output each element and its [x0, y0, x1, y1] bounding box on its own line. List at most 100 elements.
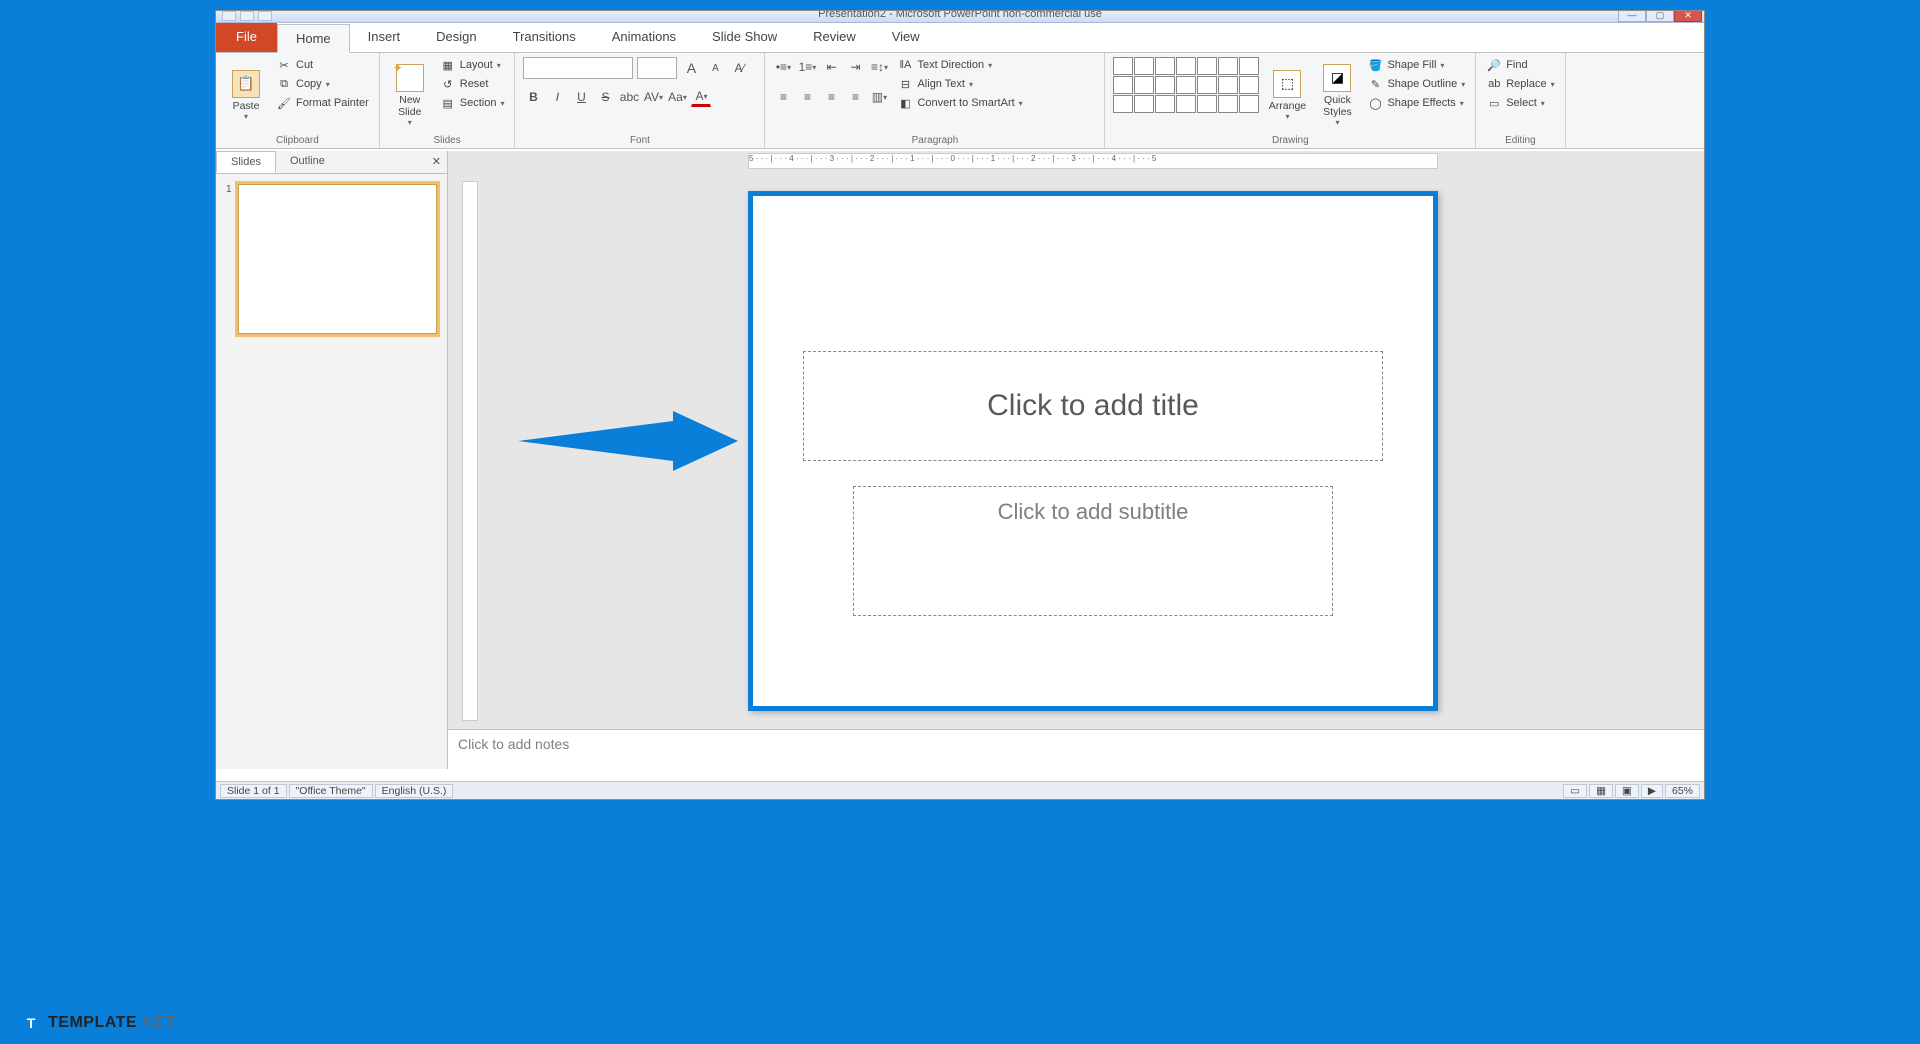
thumbnail-item[interactable]: 1	[226, 184, 437, 334]
numbering-button[interactable]: 1≡	[797, 57, 817, 77]
view-normal-button[interactable]: ▭	[1563, 784, 1587, 798]
tab-slideshow[interactable]: Slide Show	[694, 23, 795, 52]
zoom-level[interactable]: 65%	[1665, 784, 1700, 798]
tab-home[interactable]: Home	[277, 24, 350, 53]
align-text-icon: ⊟	[897, 77, 913, 91]
view-sorter-button[interactable]: ▦	[1589, 784, 1613, 798]
annotation-arrow-icon	[518, 406, 738, 476]
slide-panel: Slides Outline ✕ 1	[216, 151, 448, 769]
panel-close-icon[interactable]: ✕	[426, 151, 447, 173]
bucket-icon: 🪣	[1367, 58, 1383, 72]
window-controls: — ▢ ✕	[1618, 11, 1702, 22]
tab-transitions[interactable]: Transitions	[495, 23, 594, 52]
qat-redo-icon[interactable]	[258, 11, 272, 21]
group-label-slides: Slides	[388, 135, 507, 146]
group-clipboard: 📋 Paste ✂Cut ⧉Copy 🖌Format Painter Clipb…	[216, 53, 380, 148]
tab-file[interactable]: File	[216, 23, 277, 52]
status-bar: Slide 1 of 1 "Office Theme" English (U.S…	[216, 781, 1704, 799]
group-label-font: Font	[523, 135, 756, 146]
scissors-icon: ✂	[276, 58, 292, 72]
find-button[interactable]: 🔎Find	[1484, 57, 1556, 73]
copy-icon: ⧉	[276, 77, 292, 91]
thumbnail-number: 1	[226, 184, 236, 334]
shapes-gallery[interactable]	[1113, 57, 1259, 133]
convert-smartart-button[interactable]: ◧Convert to SmartArt	[895, 95, 1024, 111]
italic-button[interactable]: I	[547, 87, 567, 107]
logo-text: TEMPLATE.NET	[48, 1014, 175, 1032]
title-placeholder[interactable]: Click to add title	[803, 351, 1383, 461]
arrange-icon: ⬚	[1273, 70, 1301, 98]
group-label-paragraph: Paragraph	[773, 135, 1096, 146]
clear-formatting-button[interactable]: A∕	[729, 58, 749, 78]
font-color-button[interactable]: A	[691, 87, 711, 107]
tab-view[interactable]: View	[874, 23, 938, 52]
horizontal-ruler: 5 · · · | · · · 4 · · · | · · · 3 · · · …	[748, 153, 1438, 169]
reset-button[interactable]: ↺Reset	[438, 76, 507, 92]
paste-button[interactable]: 📋 Paste	[224, 57, 268, 133]
new-slide-button[interactable]: ✦ New Slide	[388, 57, 432, 133]
close-button[interactable]: ✕	[1674, 11, 1702, 22]
title-placeholder-text: Click to add title	[987, 389, 1199, 423]
tab-animations[interactable]: Animations	[594, 23, 694, 52]
bullets-button[interactable]: •≡	[773, 57, 793, 77]
slide-thumbnail[interactable]	[238, 184, 437, 334]
bold-button[interactable]: B	[523, 87, 543, 107]
shape-fill-button[interactable]: 🪣Shape Fill	[1365, 57, 1467, 73]
align-left-button[interactable]: ≡	[773, 87, 793, 107]
subtitle-placeholder-text: Click to add subtitle	[998, 499, 1189, 525]
cut-button[interactable]: ✂Cut	[274, 57, 371, 73]
text-direction-icon: ‖A	[897, 58, 913, 72]
font-size-combo[interactable]	[637, 57, 677, 79]
strikethrough-button[interactable]: S	[595, 87, 615, 107]
notes-placeholder-text: Click to add notes	[458, 736, 569, 752]
tab-review[interactable]: Review	[795, 23, 874, 52]
char-spacing-button[interactable]: AV	[643, 87, 663, 107]
tab-design[interactable]: Design	[418, 23, 494, 52]
copy-button[interactable]: ⧉Copy	[274, 76, 371, 92]
arrange-button[interactable]: ⬚ Arrange	[1265, 57, 1309, 133]
shape-outline-button[interactable]: ✎Shape Outline	[1365, 76, 1467, 92]
shadow-button[interactable]: abc	[619, 87, 639, 107]
decrease-indent-button[interactable]: ⇤	[821, 57, 841, 77]
maximize-button[interactable]: ▢	[1646, 11, 1674, 22]
status-language[interactable]: English (U.S.)	[375, 784, 454, 798]
notes-pane[interactable]: Click to add notes	[448, 729, 1704, 769]
view-reading-button[interactable]: ▣	[1615, 784, 1639, 798]
view-slideshow-button[interactable]: ▶	[1641, 784, 1663, 798]
shape-effects-button[interactable]: ◯Shape Effects	[1365, 95, 1467, 111]
qat-save-icon[interactable]	[222, 11, 236, 21]
font-family-combo[interactable]	[523, 57, 633, 79]
select-button[interactable]: ▭Select	[1484, 95, 1556, 111]
outline-tab[interactable]: Outline	[276, 151, 339, 173]
grow-font-button[interactable]: A	[681, 58, 701, 78]
line-spacing-button[interactable]: ≡↕	[869, 57, 889, 77]
subtitle-placeholder[interactable]: Click to add subtitle	[853, 486, 1333, 616]
justify-button[interactable]: ≡	[845, 87, 865, 107]
reset-icon: ↺	[440, 77, 456, 91]
align-center-button[interactable]: ≡	[797, 87, 817, 107]
quick-access-toolbar	[222, 11, 272, 21]
align-text-button[interactable]: ⊟Align Text	[895, 76, 1024, 92]
qat-undo-icon[interactable]	[240, 11, 254, 21]
change-case-button[interactable]: Aa	[667, 87, 687, 107]
columns-button[interactable]: ▥	[869, 87, 889, 107]
quick-styles-button[interactable]: ◪ Quick Styles	[1315, 57, 1359, 133]
increase-indent-button[interactable]: ⇥	[845, 57, 865, 77]
section-button[interactable]: ▤Section	[438, 95, 507, 111]
slides-tab[interactable]: Slides	[216, 151, 276, 173]
branding-watermark: T TEMPLATE.NET	[20, 1012, 175, 1034]
replace-icon: ab	[1486, 77, 1502, 91]
slide-editor[interactable]: Click to add title Click to add subtitle	[748, 191, 1438, 711]
replace-button[interactable]: abReplace	[1484, 76, 1556, 92]
binoculars-icon: 🔎	[1486, 58, 1502, 72]
underline-button[interactable]: U	[571, 87, 591, 107]
shrink-font-button[interactable]: A	[705, 58, 725, 78]
group-label-editing: Editing	[1484, 135, 1556, 146]
format-painter-button[interactable]: 🖌Format Painter	[274, 95, 371, 111]
text-direction-button[interactable]: ‖AText Direction	[895, 57, 1024, 73]
layout-button[interactable]: ▦Layout	[438, 57, 507, 73]
section-icon: ▤	[440, 96, 456, 110]
tab-insert[interactable]: Insert	[350, 23, 419, 52]
minimize-button[interactable]: —	[1618, 11, 1646, 22]
align-right-button[interactable]: ≡	[821, 87, 841, 107]
